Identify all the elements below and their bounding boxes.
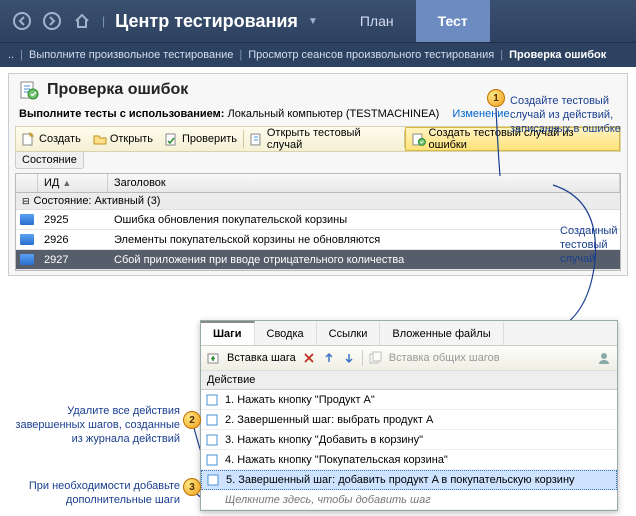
annotation-1: Создайте тестовый случай из действий, за… <box>510 95 630 136</box>
callout-1: 1 <box>487 89 505 107</box>
step-row[interactable]: 1. Нажать кнопку "Продукт A" <box>201 390 617 410</box>
step-icon <box>205 454 219 466</box>
insert-shared-button[interactable]: Вставка общих шагов <box>389 352 500 364</box>
callout-2: 2 <box>183 411 201 429</box>
annotation-2: Удалите все действия завершенных шагов, … <box>10 405 180 446</box>
step-icon <box>205 414 219 426</box>
move-up-icon[interactable] <box>322 351 336 365</box>
step-icon <box>205 394 219 406</box>
tab-attachments[interactable]: Вложенные файлы <box>380 321 503 345</box>
callout-3: 3 <box>183 478 201 496</box>
shared-steps-icon[interactable] <box>369 351 383 365</box>
step-row-selected[interactable]: 5. Завершенный шаг: добавить продукт A в… <box>201 470 617 490</box>
annotation-created: Созданный тестовый случай <box>560 225 630 266</box>
step-row[interactable]: 3. Нажать кнопку "Добавить в корзину" <box>201 430 617 450</box>
move-down-icon[interactable] <box>342 351 356 365</box>
annotation-3: При необходимости добавьте дополнительны… <box>10 480 180 508</box>
steps-toolbar: Вставка шага Вставка общих шагов <box>201 346 617 371</box>
insert-step-button[interactable]: Вставка шага <box>227 352 296 364</box>
step-row[interactable]: 4. Нажать кнопку "Покупательская корзина… <box>201 450 617 470</box>
tab-links[interactable]: Ссылки <box>317 321 381 345</box>
add-step-row[interactable]: Щелкните здесь, чтобы добавить шаг <box>201 490 617 510</box>
user-icon[interactable] <box>597 351 611 365</box>
delete-step-icon[interactable] <box>302 351 316 365</box>
tab-steps[interactable]: Шаги <box>201 321 255 345</box>
test-steps-panel: Шаги Сводка Ссылки Вложенные файлы Встав… <box>200 320 618 511</box>
step-icon <box>206 474 220 486</box>
tab-summary[interactable]: Сводка <box>255 321 317 345</box>
insert-step-icon[interactable] <box>207 351 221 365</box>
step-icon <box>205 434 219 446</box>
steps-tabs: Шаги Сводка Ссылки Вложенные файлы <box>201 321 617 346</box>
steps-col-action: Действие <box>201 371 617 390</box>
step-row[interactable]: 2. Завершенный шаг: выбрать продукт A <box>201 410 617 430</box>
